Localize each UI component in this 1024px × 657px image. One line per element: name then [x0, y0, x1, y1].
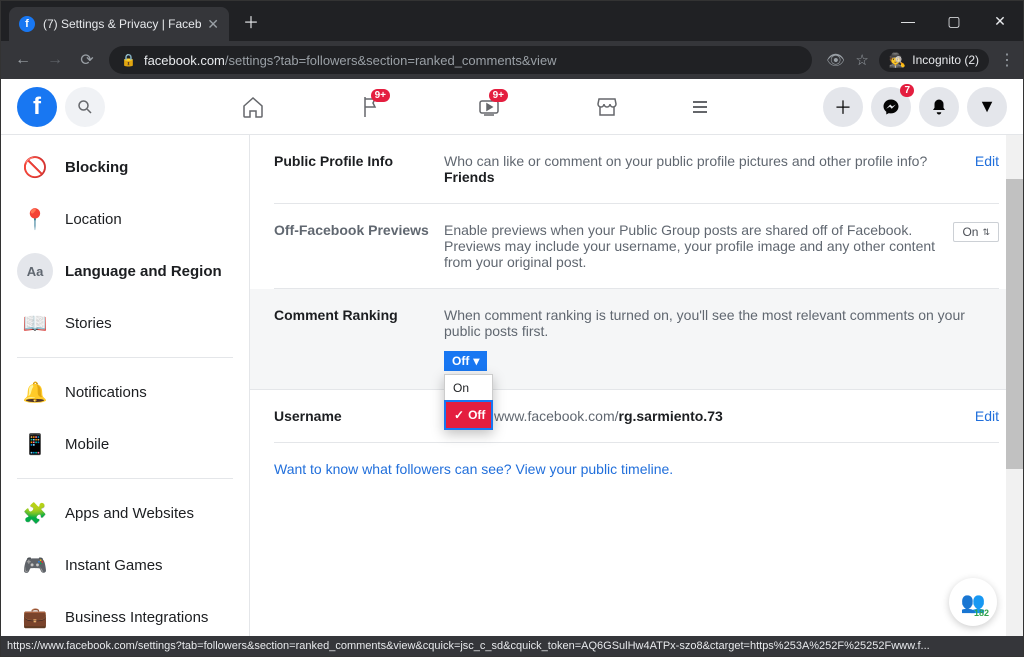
sidebar-item-business[interactable]: 💼Business Integrations — [1, 591, 249, 638]
create-button[interactable]: ＋ — [823, 87, 863, 127]
new-tab-button[interactable]: ＋ — [243, 9, 259, 33]
setting-off-facebook: Off-Facebook Previews Enable previews wh… — [274, 204, 999, 289]
search-button[interactable] — [65, 87, 105, 127]
contacts-count: 182 — [974, 608, 989, 618]
reload-button[interactable]: ⟳ — [73, 46, 101, 74]
incognito-label: Incognito (2) — [912, 53, 979, 67]
url-path: /settings?tab=followers&section=ranked_c… — [225, 53, 557, 68]
pages-nav[interactable]: 9+ — [316, 83, 426, 131]
apps-icon: 🧩 — [17, 495, 53, 531]
bookmark-icon[interactable]: ☆ — [855, 51, 868, 69]
dropdown-option-off[interactable]: ✓ Off — [444, 400, 493, 430]
setting-desc: When comment ranking is turned on, you'l… — [444, 307, 999, 371]
games-icon: 🎮 — [17, 547, 53, 583]
stories-icon: 📖 — [17, 305, 53, 341]
sidebar-item-blocking[interactable]: 🚫Blocking — [1, 141, 249, 193]
setting-action: On ⇅ — [953, 222, 999, 270]
browser-menu-icon[interactable]: ⋮ — [999, 50, 1015, 70]
notifications-icon: 🔔 — [17, 374, 53, 410]
view-public-timeline-link[interactable]: Want to know what followers can see? Vie… — [274, 443, 999, 495]
chevron-down-icon: ▾ — [473, 354, 479, 368]
account-button[interactable]: ▼ — [967, 87, 1007, 127]
sidebar-item-instant-games[interactable]: 🎮Instant Games — [1, 539, 249, 591]
scrollbar-thumb[interactable] — [1006, 179, 1023, 469]
dropdown-option-on[interactable]: On — [445, 375, 492, 401]
messenger-button[interactable]: 7 — [871, 87, 911, 127]
maximize-button[interactable]: ▢ — [931, 1, 977, 41]
facebook-logo[interactable]: f — [17, 87, 57, 127]
location-icon: 📍 — [17, 201, 53, 237]
setting-username: Username www.facebook.com/rg.sarmiento.7… — [274, 390, 999, 443]
setting-public-profile: Public Profile Info Who can like or comm… — [274, 135, 999, 204]
setting-label: Comment Ranking — [274, 307, 444, 371]
url-field[interactable]: 🔒 facebook.com/settings?tab=followers&se… — [109, 46, 812, 74]
watch-badge: 9+ — [489, 89, 508, 102]
menu-nav[interactable] — [670, 83, 730, 131]
lock-icon: 🔒 — [121, 53, 136, 67]
close-tab-icon[interactable]: ✕ — [207, 16, 219, 33]
business-icon: 💼 — [17, 599, 53, 635]
mobile-icon: 📱 — [17, 426, 53, 462]
sidebar-item-stories[interactable]: 📖Stories — [1, 297, 249, 349]
edit-link[interactable]: Edit — [975, 408, 999, 424]
facebook-favicon — [19, 16, 35, 32]
comment-ranking-dropdown[interactable]: Off ▾ — [444, 351, 487, 371]
sidebar-item-location[interactable]: 📍Location — [1, 193, 249, 245]
minimize-button[interactable]: — — [885, 1, 931, 41]
close-window-button[interactable]: ✕ — [977, 1, 1023, 41]
sidebar-item-language[interactable]: AaLanguage and Region — [1, 245, 249, 297]
check-icon: ✓ — [454, 408, 464, 422]
on-toggle-button[interactable]: On ⇅ — [953, 222, 999, 242]
edit-link[interactable]: Edit — [975, 153, 999, 185]
incognito-chip[interactable]: 🕵️ Incognito (2) — [879, 49, 989, 72]
tab-title: (7) Settings & Privacy | Facebook — [43, 17, 201, 31]
status-bar: https://www.facebook.com/settings?tab=fo… — [1, 636, 1023, 656]
setting-comment-ranking: Comment Ranking When comment ranking is … — [250, 289, 1023, 390]
sidebar-item-mobile[interactable]: 📱Mobile — [1, 418, 249, 470]
messenger-badge: 7 — [900, 84, 914, 97]
settings-sidebar: 🚫Blocking 📍Location AaLanguage and Regio… — [1, 135, 250, 638]
marketplace-nav[interactable] — [552, 83, 662, 131]
back-button[interactable]: ← — [9, 46, 37, 74]
pages-badge: 9+ — [371, 89, 390, 102]
setting-label: Username — [274, 408, 444, 424]
setting-label: Public Profile Info — [274, 153, 444, 185]
scrollbar[interactable] — [1006, 135, 1023, 636]
language-icon: Aa — [17, 253, 53, 289]
status-url: https://www.facebook.com/settings?tab=fo… — [7, 640, 930, 652]
url-host: facebook.com — [144, 53, 225, 68]
notifications-button[interactable] — [919, 87, 959, 127]
home-nav[interactable] — [198, 83, 308, 131]
sidebar-item-notifications[interactable]: 🔔Notifications — [1, 366, 249, 418]
settings-main: Public Profile Info Who can like or comm… — [250, 135, 1023, 638]
incognito-icon: 🕵️ — [889, 52, 906, 69]
dropdown-menu: On ✓ Off — [444, 374, 493, 430]
eye-off-icon[interactable]: 👁 — [826, 51, 845, 69]
contacts-floating-button[interactable]: 👥182 — [949, 578, 997, 626]
watch-nav[interactable]: 9+ — [434, 83, 544, 131]
setting-desc: Who can like or comment on your public p… — [444, 153, 975, 185]
setting-label: Off-Facebook Previews — [274, 222, 444, 270]
sidebar-item-apps[interactable]: 🧩Apps and Websites — [1, 487, 249, 539]
setting-desc: www.facebook.com/rg.sarmiento.73 — [444, 408, 975, 424]
setting-desc: Enable previews when your Public Group p… — [444, 222, 953, 270]
browser-tab[interactable]: (7) Settings & Privacy | Facebook ✕ — [9, 7, 229, 41]
forward-button: → — [41, 46, 69, 74]
blocking-icon: 🚫 — [17, 149, 53, 185]
